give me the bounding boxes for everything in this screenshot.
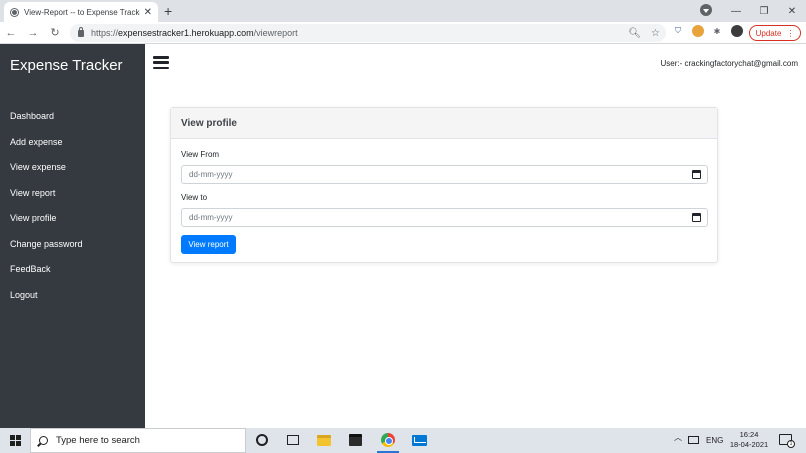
sidebar-item-add-expense[interactable]: Add expense [0, 136, 145, 162]
puzzle-icon[interactable]: ✱ [711, 25, 723, 37]
start-button[interactable] [0, 428, 30, 453]
cookie-extension-icon[interactable] [692, 25, 704, 37]
browser-tab-strip: View-Report -- to Expense Tracker ✕ + — … [0, 0, 806, 22]
restore-button[interactable]: ❐ [750, 6, 778, 17]
sidebar-item-logout[interactable]: Logout [0, 289, 145, 315]
file-explorer-icon[interactable] [316, 432, 332, 448]
star-icon[interactable]: ☆ [651, 28, 660, 39]
minimize-button[interactable]: — [722, 6, 750, 17]
card-title: View profile [171, 108, 717, 139]
clock-time: 16:24 [739, 430, 759, 439]
view-from-placeholder: dd-mm-yyyy [189, 170, 233, 179]
notification-badge: 1 [787, 440, 795, 448]
lock-icon[interactable] [78, 26, 84, 37]
system-clock[interactable]: 16:24 18-04-2021 [725, 430, 773, 450]
tab-title: View-Report -- to Expense Tracker [24, 7, 140, 17]
view-report-button[interactable]: View report [181, 235, 236, 254]
shield-extension-icon[interactable]: ⛉ [672, 25, 684, 37]
sidebar-item-dashboard[interactable]: Dashboard [0, 110, 145, 136]
browser-tab[interactable]: View-Report -- to Expense Tracker ✕ [4, 2, 158, 22]
forward-button[interactable]: → [22, 27, 44, 39]
store-icon[interactable] [347, 432, 363, 448]
view-to-placeholder: dd-mm-yyyy [189, 213, 233, 222]
windows-taskbar: Type here to search [0, 428, 806, 453]
sidebar-item-view-report[interactable]: View report [0, 187, 145, 213]
taskbar-search[interactable]: Type here to search [30, 428, 246, 453]
calendar-icon[interactable] [692, 170, 701, 179]
sidebar-item-change-password[interactable]: Change password [0, 238, 145, 264]
sidebar-item-feedback[interactable]: FeedBack [0, 263, 145, 289]
new-tab-button[interactable]: + [164, 3, 172, 19]
profile-avatar[interactable] [731, 25, 743, 37]
url-path: /viewreport [253, 28, 298, 38]
language-indicator[interactable]: ENG [706, 436, 723, 445]
task-view-icon[interactable] [285, 432, 301, 448]
view-to-date-input[interactable]: dd-mm-yyyy [181, 208, 708, 227]
user-email: User:- crackingfactorychat@gmail.com [660, 59, 799, 68]
mail-icon[interactable] [411, 432, 427, 448]
more-menu-icon: ⋮ [786, 28, 795, 38]
update-label: Update [755, 28, 782, 38]
calendar-icon[interactable] [692, 213, 701, 222]
network-icon[interactable] [688, 436, 699, 444]
browser-toolbar: ← → ↻ https://expensestracker1.herokuapp… [0, 22, 806, 44]
sidebar-nav: Dashboard Add expense View expense View … [0, 110, 145, 314]
main-content: View profile View From dd-mm-yyyy View t… [145, 82, 806, 428]
chrome-icon[interactable] [380, 432, 396, 448]
search-icon[interactable]: 🔍︎ [628, 28, 641, 39]
url-scheme: https:// [91, 28, 119, 38]
report-card: View profile View From dd-mm-yyyy View t… [170, 107, 718, 263]
app-brand[interactable]: Expense Tracker [10, 57, 123, 74]
search-icon [39, 436, 48, 445]
globe-icon [10, 7, 19, 17]
view-from-date-input[interactable]: dd-mm-yyyy [181, 165, 708, 184]
hamburger-menu-icon[interactable] [153, 56, 169, 69]
sidebar: Expense Tracker Dashboard Add expense Vi… [0, 44, 145, 428]
back-button[interactable]: ← [0, 27, 22, 39]
cortana-icon[interactable] [254, 432, 270, 448]
view-to-label: View to [181, 193, 208, 202]
window-controls: — ❐ ✕ [722, 0, 806, 22]
taskbar-search-placeholder: Type here to search [56, 435, 140, 446]
tab-close-icon[interactable]: ✕ [144, 7, 152, 18]
windows-logo-icon [9, 435, 21, 446]
update-button[interactable]: Update ⋮ [749, 25, 801, 41]
address-bar[interactable]: https://expensestracker1.herokuapp.com/v… [70, 24, 666, 42]
reload-button[interactable]: ↻ [44, 26, 66, 39]
clock-date: 18-04-2021 [729, 440, 769, 449]
tab-search-icon[interactable] [700, 4, 712, 16]
sidebar-item-view-expense[interactable]: View expense [0, 161, 145, 187]
sidebar-item-view-profile[interactable]: View profile [0, 212, 145, 238]
close-window-button[interactable]: ✕ [778, 6, 806, 17]
view-from-label: View From [181, 150, 220, 159]
url-host: expensestracker1.herokuapp.com [118, 28, 254, 38]
show-hidden-icons-chevron-icon[interactable]: ︿ [674, 432, 682, 443]
card-body: View From dd-mm-yyyy View to dd-mm-yyyy … [171, 139, 717, 263]
app-topbar: User:- crackingfactorychat@gmail.com [145, 44, 806, 82]
